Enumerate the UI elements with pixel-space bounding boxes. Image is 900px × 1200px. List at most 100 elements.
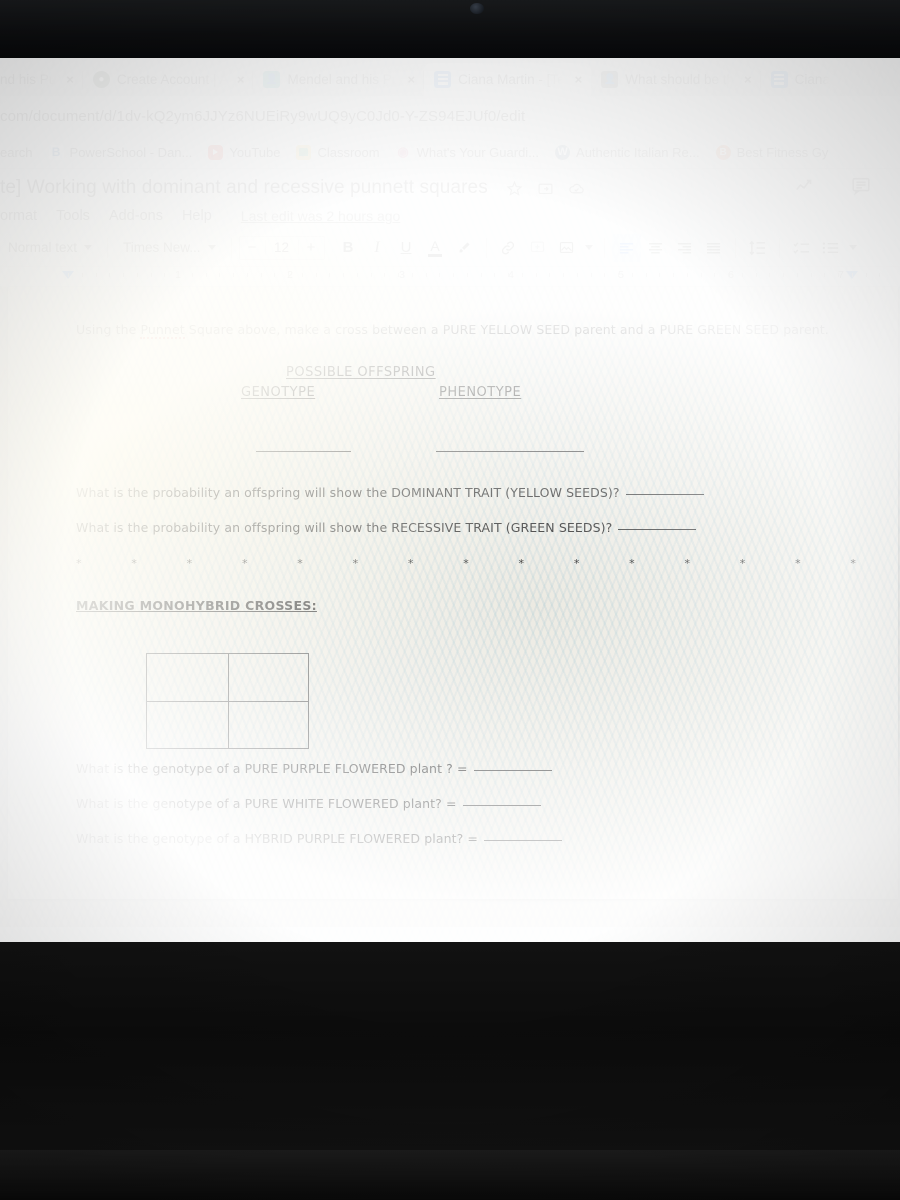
ruler-tick <box>246 273 248 277</box>
underline-button[interactable]: U <box>392 234 421 262</box>
browser-tab-strip: nd his Pu × ● Create Account | A × 👤 Men… <box>0 58 900 96</box>
ruler-tick <box>109 273 111 277</box>
tab-close-icon[interactable]: × <box>404 72 418 87</box>
bookmark-youtube[interactable]: YouTube <box>208 144 281 160</box>
genotype-answer-blank[interactable] <box>256 451 351 453</box>
bulleted-list-button[interactable] <box>816 234 845 262</box>
font-size-value[interactable]: 12 <box>264 240 299 255</box>
question-pure-white-text: What is the genotype of a PURE WHITE FLO… <box>76 796 457 812</box>
browser-tab-0[interactable]: nd his Pu × <box>0 63 83 96</box>
browser-tab-1[interactable]: ● Create Account | A × <box>82 63 254 96</box>
document-title[interactable]: te] Working with dominant and recessive … <box>0 177 488 199</box>
question-hybrid-purple-blank[interactable] <box>484 840 562 842</box>
image-options-caret[interactable] <box>581 234 597 262</box>
ruler-tick <box>466 273 468 277</box>
font-family-dropdown[interactable]: Times New... <box>115 240 224 255</box>
question-pure-white-blank[interactable] <box>462 805 541 807</box>
address-bar[interactable]: com/document/d/1dv-kQ2ym6JJYz6NUEiRy9wUQ… <box>0 96 900 136</box>
browser-tab-4[interactable]: 👤 What should be th × <box>591 63 761 96</box>
star-glyph: * <box>297 557 303 571</box>
align-left-button[interactable] <box>611 233 641 262</box>
question-dominant-text: What is the probability an offspring wil… <box>76 485 620 501</box>
bookmark-label: YouTube <box>229 144 281 160</box>
move-to-folder-icon[interactable] <box>537 180 554 197</box>
google-docs-icon <box>434 71 452 88</box>
contacts-teal-icon: 👤 <box>263 71 281 88</box>
ruler-tick <box>95 273 97 277</box>
menu-tools[interactable]: Tools <box>56 208 90 224</box>
document-title-row: te] Working with dominant and recessive … <box>0 173 900 203</box>
browser-tab-3-active[interactable]: Ciana Martin - [Te × <box>424 63 592 96</box>
bookmark-search[interactable]: earch <box>0 145 33 160</box>
bookmark-classroom[interactable]: Classroom <box>296 144 380 160</box>
punnett-square-grid[interactable] <box>146 653 309 749</box>
more-options-button[interactable] <box>845 234 861 262</box>
wordpress-icon: W <box>555 144 571 160</box>
add-comment-button[interactable] <box>523 234 552 262</box>
question-hybrid-purple: What is the genotype of a HYBRID PURPLE … <box>76 831 858 846</box>
tab-close-icon[interactable]: × <box>741 72 755 87</box>
text-color-button[interactable]: A <box>421 234 450 262</box>
tab-title: Create Account | A <box>116 72 227 87</box>
ruler-tick <box>686 273 688 277</box>
contacts-grey-icon: 👤 <box>601 71 619 88</box>
bookmark-powerschool[interactable]: B PowerSchool - Dan... <box>48 144 192 160</box>
browser-tab-5[interactable]: Ciana <box>760 63 836 96</box>
bookmark-guardian[interactable]: ◉ What's Your Guardi... <box>396 144 539 160</box>
cloud-saved-icon[interactable] <box>568 180 585 197</box>
document-page[interactable]: Using the Punnet Square above, make a cr… <box>8 287 898 899</box>
document-ruler[interactable]: 1 2 3 4 5 6 7 <box>0 267 900 287</box>
activity-trend-icon[interactable] <box>794 175 816 202</box>
toolbar-divider <box>734 237 736 258</box>
bookmark-best-fitness[interactable]: B Best Fitness Gy <box>715 144 828 160</box>
ruler-tick <box>783 273 784 277</box>
paragraph-style-dropdown[interactable]: Normal text <box>0 240 100 255</box>
highlight-color-button[interactable] <box>450 234 479 262</box>
intro-pre: Using the <box>76 322 141 337</box>
question-dominant-blank[interactable] <box>625 494 704 496</box>
tab-close-icon[interactable]: × <box>63 72 77 87</box>
font-size-decrease-button[interactable]: − <box>240 239 265 256</box>
insert-image-button[interactable] <box>552 234 581 262</box>
phenotype-answer-blank[interactable] <box>436 451 584 453</box>
insert-link-button[interactable] <box>494 234 523 262</box>
ruler-tick <box>219 273 221 277</box>
bold-button[interactable]: B <box>334 234 363 262</box>
ruler-tick <box>755 273 757 277</box>
question-recessive-blank[interactable] <box>618 529 697 531</box>
star-icon[interactable] <box>506 180 523 197</box>
ruler-tick <box>824 273 826 277</box>
menu-format[interactable]: ormat <box>0 208 37 224</box>
star-glyph: * <box>241 557 248 571</box>
tab-close-icon[interactable]: × <box>234 72 248 87</box>
line-spacing-button[interactable] <box>743 234 772 262</box>
section-heading-monohybrid: MAKING MONOHYBRID CROSSES: <box>76 598 317 614</box>
font-size-increase-button[interactable]: + <box>299 239 324 256</box>
paragraph-intro: Using the Punnet Square above, make a cr… <box>76 321 858 339</box>
browser-tab-2[interactable]: 👤 Mendel and his Pu × <box>253 63 425 96</box>
question-pure-purple-blank[interactable] <box>473 770 552 772</box>
ruler-tick <box>329 273 331 277</box>
align-justify-button[interactable] <box>699 234 728 262</box>
checklist-button[interactable] <box>787 234 816 262</box>
tab-close-icon[interactable]: × <box>572 72 586 87</box>
toolbar-divider <box>230 237 232 258</box>
last-edit-status[interactable]: Last edit was 2 hours ago <box>241 208 401 224</box>
bookmark-label: Authentic Italian Re... <box>576 144 700 160</box>
ruler-tick <box>453 273 454 277</box>
comment-history-icon[interactable] <box>850 175 872 202</box>
toolbar-divider <box>603 237 605 258</box>
misspelled-word: Punnet <box>140 322 185 339</box>
generic-dark-icon: ● <box>92 71 110 88</box>
menu-addons[interactable]: Add-ons <box>109 208 163 224</box>
question-pure-white: What is the genotype of a PURE WHITE FLO… <box>76 796 858 811</box>
menu-help[interactable]: Help <box>182 208 212 224</box>
document-body[interactable]: Using the Punnet Square above, make a cr… <box>76 321 858 846</box>
align-right-button[interactable] <box>670 234 699 262</box>
italic-button[interactable]: I <box>363 234 392 262</box>
chevron-down-icon <box>848 245 857 250</box>
star-glyph: * <box>518 557 525 571</box>
align-center-button[interactable] <box>641 234 670 262</box>
bookmark-italian-recipe[interactable]: W Authentic Italian Re... <box>555 144 700 160</box>
ruler-tick <box>384 273 386 277</box>
